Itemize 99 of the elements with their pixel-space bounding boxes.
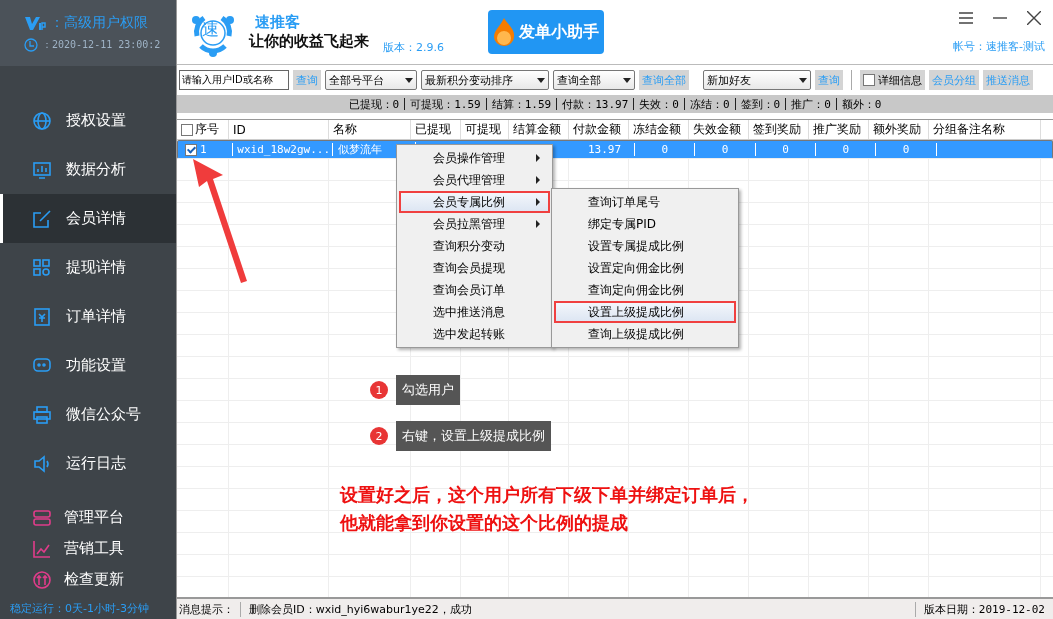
column-header[interactable]: 额外奖励 [873, 121, 921, 138]
column-header[interactable]: 已提现 [415, 121, 451, 138]
version-text: 版本：2.9.6 [383, 39, 444, 55]
clock-icon [24, 38, 38, 52]
sidebar-item[interactable]: 订单详情 [0, 292, 176, 341]
sidebar-item[interactable]: 数据分析 [0, 145, 176, 194]
filter-dropdown[interactable]: 查询全部 [553, 70, 635, 90]
note-text: 设置好之后，这个用户所有下级下单并绑定订单后， [340, 483, 754, 507]
column-header[interactable]: 分组备注名称 [933, 121, 1005, 138]
sort-dropdown[interactable]: 最新积分变动排序 [421, 70, 549, 90]
note-text: 他就能拿到你设置的这个比例的提成 [340, 511, 629, 535]
chart-icon [32, 159, 52, 180]
submenu-item[interactable]: 设置上级提成比例 [554, 301, 736, 323]
submenu-arrow-icon [536, 154, 540, 162]
app-name: 速推客 [255, 13, 301, 32]
sidebar-item[interactable]: 会员详情 [0, 194, 176, 243]
select-all-checkbox[interactable] [181, 123, 193, 136]
table-cell: 0 [782, 143, 789, 156]
submenu-item[interactable]: 查询上级提成比例 [554, 323, 736, 345]
summary-item: 结算：1.59 [491, 96, 552, 112]
table-cell: 1 [200, 143, 207, 156]
update-icon [32, 569, 52, 590]
status-message: 删除会员ID：wxid_hyi6wabur1ye22，成功 [248, 601, 472, 617]
context-menu-item[interactable]: 选中推送消息 [399, 301, 550, 323]
submenu-item[interactable]: 查询订单尾号 [554, 191, 736, 213]
table-cell: 0 [721, 143, 729, 156]
column-header[interactable]: 付款金额 [573, 121, 621, 138]
account-name: 帐号：速推客-测试 [953, 38, 1045, 54]
growth-icon [32, 538, 52, 559]
table-cell: 13.97 [587, 143, 622, 156]
context-menu-item[interactable]: 查询积分变动 [399, 235, 550, 257]
detail-checkbox[interactable]: 详细信息 [860, 70, 925, 90]
speaker-icon [32, 453, 52, 474]
submenu-item[interactable]: 查询定向佣金比例 [554, 279, 736, 301]
menu-icon[interactable] [959, 11, 973, 24]
edit-icon [32, 208, 52, 229]
summary-item: 额外：0 [841, 96, 882, 112]
server-icon [32, 507, 52, 528]
vip-level: ：高级用户权限 [50, 14, 148, 32]
column-header[interactable]: 签到奖励 [753, 121, 801, 138]
print-icon [32, 404, 52, 425]
status-label: 消息提示： [177, 601, 241, 617]
sidebar-item[interactable]: 提现详情 [0, 243, 176, 292]
close-icon[interactable] [1027, 10, 1041, 25]
expiry-date: ：2020-12-11 23:00:2 [42, 38, 161, 52]
context-menu-item[interactable]: 查询会员提现 [399, 257, 550, 279]
summary-item: 付款：13.97 [562, 96, 629, 112]
vip-icon [24, 15, 46, 31]
summary-item: 推广：0 [791, 96, 831, 112]
table-cell: 0 [661, 143, 669, 156]
column-header[interactable]: 失效金额 [693, 121, 741, 138]
context-menu-item[interactable]: 会员代理管理 [399, 169, 550, 191]
column-header[interactable]: 可提现 [465, 121, 501, 138]
summary-item: 签到：0 [740, 96, 781, 112]
submenu-item[interactable]: 设置专属提成比例 [554, 235, 736, 257]
sidebar-item[interactable]: 授权设置 [0, 96, 176, 145]
version-date: 版本日期：2019-12-02 [914, 601, 1053, 617]
submenu-arrow-icon [536, 176, 540, 184]
table-cell: 似梦流年 [337, 142, 382, 157]
grid-icon [32, 257, 52, 278]
table-cell: wxid_18w2gw... [237, 143, 331, 156]
table-cell: 0 [902, 143, 910, 156]
logo-character: 速 [202, 18, 219, 41]
column-header[interactable]: 结算金额 [513, 121, 561, 138]
context-menu-item[interactable]: 选中发起转账 [399, 323, 550, 345]
submenu-item[interactable]: 绑定专属PID [554, 213, 736, 235]
doc-icon [32, 306, 52, 327]
slogan: 让你的收益飞起来 [249, 32, 369, 51]
sidebar-item[interactable]: 管理平台 [0, 502, 176, 533]
table-cell: 0 [842, 143, 850, 156]
column-header[interactable]: ID [233, 122, 246, 137]
flame-icon [492, 17, 516, 47]
column-header[interactable]: 名称 [333, 121, 357, 138]
platform-dropdown[interactable]: 全部号平台 [325, 70, 417, 90]
sidebar-item[interactable]: 运行日志 [0, 439, 176, 488]
row-checkbox[interactable] [185, 143, 197, 156]
context-menu-item[interactable]: 会员专属比例 [399, 191, 550, 213]
summary-item: 已提现：0 [348, 96, 400, 112]
friend-dropdown[interactable]: 新加好友 [703, 70, 811, 90]
submenu-arrow-icon [536, 220, 540, 228]
submenu-arrow-icon [536, 198, 540, 206]
uptime-text: 稳定运行：0天-1小时-3分钟 [9, 601, 150, 617]
search-field[interactable]: 请输入用户ID或名称 [179, 70, 289, 90]
sidebar-item[interactable]: 营销工具 [0, 533, 176, 564]
summary-item: 冻结：0 [689, 96, 730, 112]
context-menu-item[interactable]: 查询会员订单 [399, 279, 550, 301]
step-label: 右键，设置上级提成比例 [396, 421, 551, 451]
column-header[interactable]: 推广奖励 [813, 121, 861, 138]
sidebar-item[interactable]: 检查更新 [0, 564, 176, 595]
submenu-item[interactable]: 设置定向佣金比例 [554, 257, 736, 279]
summary-item: 可提现：1.59 [410, 96, 481, 112]
context-menu-item[interactable]: 会员拉黑管理 [399, 213, 550, 235]
step-label: 勾选用户 [396, 375, 460, 405]
sidebar-item[interactable]: 微信公众号 [0, 390, 176, 439]
sidebar-item[interactable]: 功能设置 [0, 341, 176, 390]
summary-item: 失效：0 [639, 96, 679, 112]
globe-icon [32, 110, 52, 131]
column-header[interactable]: 冻结金额 [633, 121, 681, 138]
column-header[interactable]: 序号 [195, 121, 219, 138]
